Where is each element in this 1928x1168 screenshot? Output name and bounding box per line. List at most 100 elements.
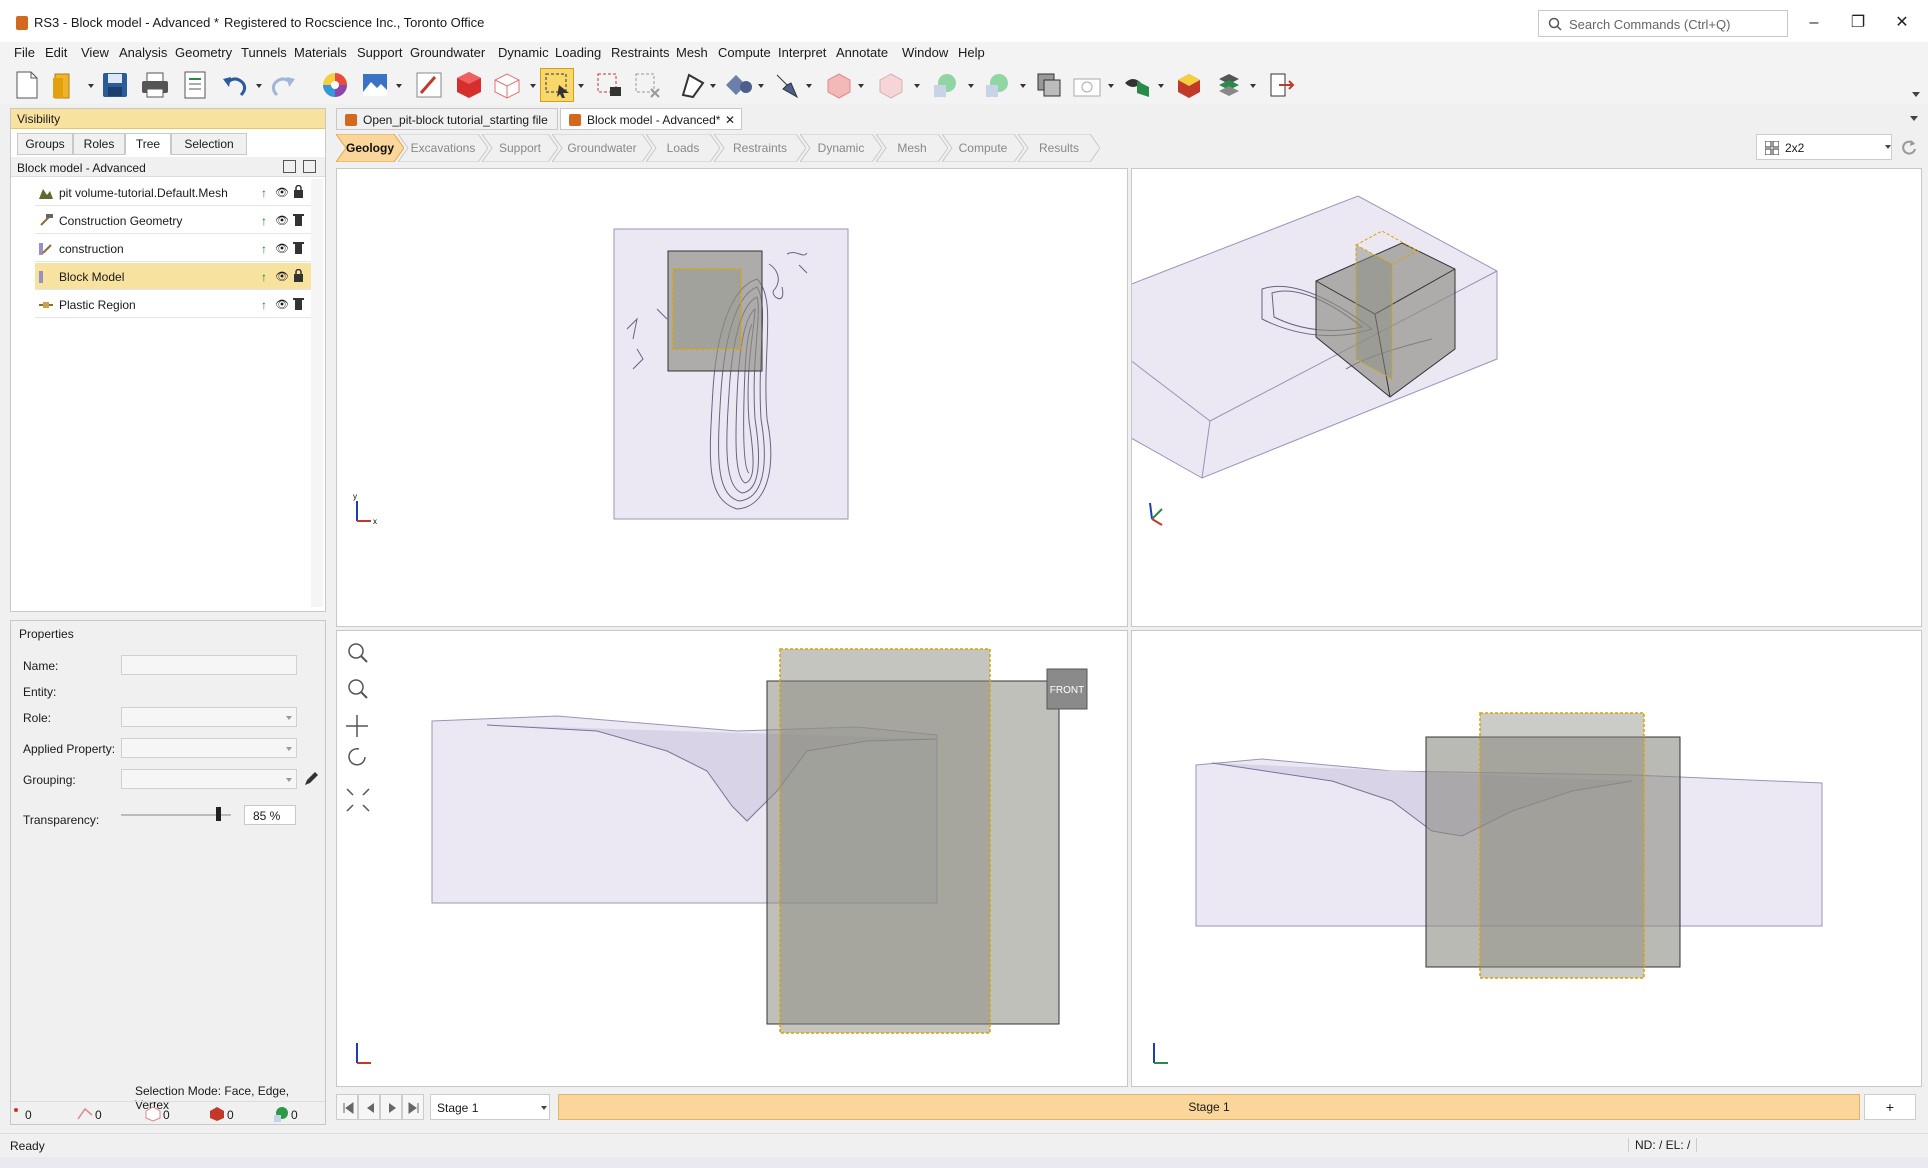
- role-icon[interactable]: ↑: [261, 242, 269, 256]
- eye-icon[interactable]: 👁: [275, 298, 289, 311]
- menu-interpret[interactable]: Interpret: [778, 45, 826, 60]
- tree-item-mesh[interactable]: pit volume-tutorial.Default.Mesh ↑ 👁: [35, 179, 315, 206]
- draw-icon[interactable]: [676, 68, 710, 102]
- sphere-icon[interactable]: [928, 68, 962, 102]
- menu-help[interactable]: Help: [958, 45, 985, 60]
- print-icon[interactable]: [138, 68, 172, 102]
- restore-button[interactable]: ❐: [1838, 10, 1878, 36]
- save-icon[interactable]: [98, 68, 132, 102]
- applied-property-select[interactable]: [121, 738, 297, 758]
- trash-icon[interactable]: [293, 213, 304, 226]
- tab-roles[interactable]: Roles: [73, 133, 125, 155]
- stage-select[interactable]: Stage 1: [430, 1094, 550, 1120]
- menu-edit[interactable]: Edit: [45, 45, 67, 60]
- lock-icon[interactable]: [293, 185, 304, 198]
- new-file-icon[interactable]: [10, 68, 44, 102]
- doc-tab-open-pit[interactable]: Open_pit-block tutorial_starting file: [336, 108, 558, 130]
- redo-icon[interactable]: [266, 68, 300, 102]
- trash-icon[interactable]: [293, 297, 304, 310]
- role-icon[interactable]: ↑: [261, 270, 269, 284]
- lock-select-icon[interactable]: [592, 68, 626, 102]
- tree-item-construction[interactable]: construction ↑ 👁: [35, 235, 315, 262]
- name-field[interactable]: [121, 655, 297, 675]
- collapse-all-icon[interactable]: [303, 160, 316, 173]
- menu-view[interactable]: View: [81, 45, 109, 60]
- color-wheel-icon[interactable]: [318, 68, 352, 102]
- add-stage-button[interactable]: +: [1864, 1094, 1916, 1120]
- close-button[interactable]: ✕: [1882, 10, 1922, 36]
- stage-timeline[interactable]: Stage 1: [558, 1094, 1860, 1120]
- eye-icon[interactable]: 👁: [275, 214, 289, 227]
- viewport-front[interactable]: FRONT: [336, 630, 1128, 1087]
- menu-mesh[interactable]: Mesh: [676, 45, 708, 60]
- role-select[interactable]: [121, 707, 297, 727]
- step-mesh[interactable]: Mesh: [876, 134, 948, 162]
- tree-scrollbar[interactable]: [311, 179, 323, 607]
- transparency-spinbox[interactable]: 85 %: [244, 805, 296, 825]
- zoom-window-icon[interactable]: [348, 643, 368, 663]
- menu-annotate[interactable]: Annotate: [836, 45, 888, 60]
- menu-groundwater[interactable]: Groundwater: [410, 45, 485, 60]
- deselect-icon[interactable]: [630, 68, 664, 102]
- menu-tunnels[interactable]: Tunnels: [241, 45, 287, 60]
- menu-loading[interactable]: Loading: [555, 45, 601, 60]
- minimize-button[interactable]: –: [1794, 10, 1834, 36]
- camera-icon[interactable]: [1070, 68, 1104, 102]
- eye-hidden-icon[interactable]: 👁: [275, 270, 289, 283]
- transparency-slider-thumb[interactable]: [216, 807, 221, 821]
- step-loads[interactable]: Loads: [646, 134, 720, 162]
- lock-icon[interactable]: [293, 269, 304, 282]
- tree-item-construction-geometry[interactable]: Construction Geometry ↑ 👁: [35, 207, 315, 234]
- zoom-extents-icon[interactable]: [345, 787, 371, 813]
- tree-item-plastic-region[interactable]: Plastic Region ↑ 👁: [35, 291, 315, 318]
- exit-icon[interactable]: [1264, 68, 1298, 102]
- menu-dynamic[interactable]: Dynamic: [498, 45, 549, 60]
- first-stage-button[interactable]: [336, 1094, 358, 1120]
- search-commands-input[interactable]: Search Commands (Ctrl+Q): [1538, 10, 1788, 37]
- eye-icon[interactable]: 👁: [275, 186, 289, 199]
- tool-icon[interactable]: [770, 68, 804, 102]
- viewport-side[interactable]: [1131, 630, 1922, 1087]
- prev-stage-button[interactable]: [358, 1094, 380, 1120]
- sphere-add-icon[interactable]: [980, 68, 1014, 102]
- view-cube[interactable]: FRONT: [1046, 668, 1088, 710]
- step-dynamic[interactable]: Dynamic: [800, 134, 882, 162]
- next-stage-button[interactable]: [380, 1094, 402, 1120]
- cube-faded-icon[interactable]: [874, 68, 908, 102]
- expand-all-icon[interactable]: [283, 160, 296, 173]
- edit-pencil-icon[interactable]: [303, 771, 319, 787]
- copy-icon[interactable]: [1032, 68, 1066, 102]
- tab-groups[interactable]: Groups: [17, 133, 73, 155]
- extrude-icon[interactable]: [822, 68, 856, 102]
- menu-materials[interactable]: Materials: [294, 45, 347, 60]
- menu-file[interactable]: File: [14, 45, 35, 60]
- eye-icon[interactable]: 👁: [275, 242, 289, 255]
- refresh-icon[interactable]: [1900, 138, 1918, 156]
- menu-analysis[interactable]: Analysis: [119, 45, 167, 60]
- doc-tab-block-model[interactable]: Block model - Advanced* ✕: [560, 108, 742, 130]
- last-stage-button[interactable]: [402, 1094, 424, 1120]
- step-restraints[interactable]: Restraints: [714, 134, 806, 162]
- transparency-slider[interactable]: [121, 814, 231, 816]
- tab-tree[interactable]: Tree: [125, 133, 171, 155]
- menu-window[interactable]: Window: [902, 45, 948, 60]
- step-groundwater[interactable]: Groundwater: [552, 134, 652, 162]
- tab-list-icon[interactable]: [1910, 116, 1918, 121]
- menu-compute[interactable]: Compute: [718, 45, 771, 60]
- layout-select[interactable]: 2x2: [1756, 134, 1892, 160]
- pan-icon[interactable]: [346, 715, 368, 737]
- red-cube-icon[interactable]: [452, 68, 486, 102]
- image-icon[interactable]: [358, 68, 392, 102]
- selection-rect-icon[interactable]: [540, 68, 574, 102]
- visibility-icon[interactable]: [1120, 68, 1154, 102]
- step-support[interactable]: Support: [482, 134, 558, 162]
- step-excavations[interactable]: Excavations: [398, 134, 488, 162]
- role-icon[interactable]: ↑: [261, 298, 269, 312]
- tree-item-block-model[interactable]: Block Model ↑ 👁: [35, 263, 315, 290]
- step-compute[interactable]: Compute: [942, 134, 1024, 162]
- close-tab-icon[interactable]: ✕: [725, 109, 735, 131]
- shapes-icon[interactable]: [722, 68, 756, 102]
- viewport-perspective[interactable]: [1061, 168, 1922, 627]
- grouping-select[interactable]: [121, 769, 297, 789]
- menu-geometry[interactable]: Geometry: [175, 45, 232, 60]
